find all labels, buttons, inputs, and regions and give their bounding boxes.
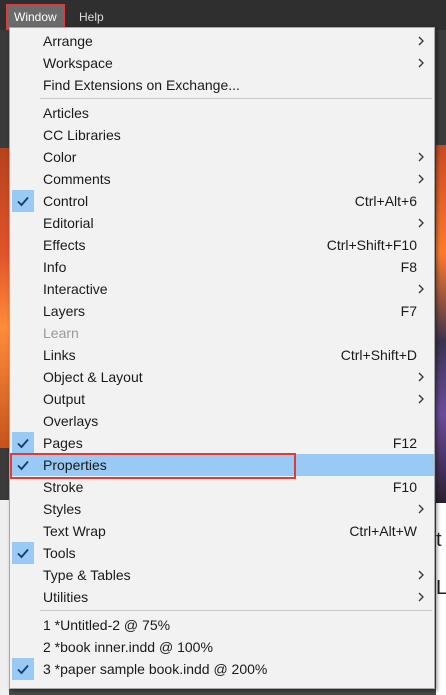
- menu-item-info[interactable]: Info F8: [10, 256, 434, 278]
- menu-item-cc-libraries[interactable]: CC Libraries: [10, 124, 434, 146]
- menu-item-color[interactable]: Color: [10, 146, 434, 168]
- menu-item-2-book-inner-indd-100[interactable]: 2 *book inner.indd @ 100%: [10, 636, 434, 658]
- checkmark-icon: [12, 190, 34, 212]
- menu-item-shortcut: Ctrl+Shift+D: [340, 347, 417, 363]
- menu-item-label: Type & Tables: [43, 567, 131, 583]
- document-text-fragment: L: [436, 577, 446, 599]
- menu-item-shortcut: F12: [392, 435, 417, 451]
- menu-item-stroke[interactable]: Stroke F10: [10, 476, 434, 498]
- submenu-arrow-icon: [416, 172, 426, 186]
- menu-separator: [40, 610, 432, 611]
- left-image-edge: [0, 148, 9, 448]
- menu-item-comments[interactable]: Comments: [10, 168, 434, 190]
- menu-item-tools[interactable]: Tools: [10, 542, 434, 564]
- menu-item-label: Layers: [43, 303, 86, 319]
- checkmark-icon: [12, 658, 34, 680]
- menu-item-find-extensions-on-exchange[interactable]: Find Extensions on Exchange...: [10, 74, 434, 96]
- menu-item-label: Links: [43, 347, 76, 363]
- menu-item-label: Pages: [43, 435, 83, 451]
- menu-item-label: Editorial: [43, 215, 94, 231]
- submenu-arrow-icon: [416, 216, 426, 230]
- menu-item-label: Info: [43, 259, 67, 275]
- menu-item-articles[interactable]: Articles: [10, 102, 434, 124]
- menu-item-label: Properties: [43, 457, 107, 473]
- menu-item-links[interactable]: Links Ctrl+Shift+D: [10, 344, 434, 366]
- menu-item-editorial[interactable]: Editorial: [10, 212, 434, 234]
- menu-item-label: Output: [43, 391, 86, 407]
- menu-item-styles[interactable]: Styles: [10, 498, 434, 520]
- menu-item-effects[interactable]: Effects Ctrl+Shift+F10: [10, 234, 434, 256]
- submenu-arrow-icon: [416, 502, 426, 516]
- menu-item-3-paper-sample-book-indd-200[interactable]: 3 *paper sample book.indd @ 200%: [10, 658, 434, 680]
- menu-item-workspace[interactable]: Workspace: [10, 52, 434, 74]
- menu-item-label: 3 *paper sample book.indd @ 200%: [43, 661, 268, 677]
- submenu-arrow-icon: [416, 34, 426, 48]
- checkmark-icon: [12, 542, 34, 564]
- checkmark-icon: [12, 454, 34, 476]
- submenu-arrow-icon: [416, 370, 426, 384]
- app-menubar: Window Help: [0, 0, 446, 30]
- menubar-window[interactable]: Window: [6, 4, 65, 30]
- menu-item-utilities[interactable]: Utilities: [10, 586, 434, 608]
- menu-item-label: 1 *Untitled-2 @ 75%: [43, 617, 171, 633]
- menu-item-control[interactable]: Control Ctrl+Alt+6: [10, 190, 434, 212]
- menu-item-label: Text Wrap: [43, 523, 106, 539]
- menu-item-label: Interactive: [43, 281, 108, 297]
- right-image-edge: [436, 145, 446, 503]
- menu-item-label: Control: [43, 193, 89, 209]
- window-dropdown-menu: Arrange Workspace Find Extensions on Excha…: [9, 27, 435, 689]
- submenu-arrow-icon: [416, 590, 426, 604]
- menu-item-label: Utilities: [43, 589, 89, 605]
- submenu-arrow-icon: [416, 150, 426, 164]
- menu-item-properties[interactable]: Properties: [10, 453, 434, 479]
- menu-item-label: Styles: [43, 501, 82, 517]
- menu-item-label: Color: [43, 149, 77, 165]
- menubar-help[interactable]: Help: [73, 7, 110, 27]
- submenu-arrow-icon: [416, 56, 426, 70]
- menu-item-arrange[interactable]: Arrange: [10, 30, 434, 52]
- menu-item-shortcut: F7: [400, 303, 417, 319]
- menu-item-label: Effects: [43, 237, 86, 253]
- menu-item-label: Overlays: [43, 413, 99, 429]
- menu-item-label: Comments: [43, 171, 111, 187]
- menu-item-shortcut: Ctrl+Shift+F10: [326, 237, 417, 253]
- menu-item-pages[interactable]: Pages F12: [10, 432, 434, 454]
- menu-item-label: Arrange: [43, 33, 93, 49]
- menu-item-label: Learn: [43, 325, 79, 341]
- menu-item-label: Stroke: [43, 479, 84, 495]
- checkmark-icon: [12, 432, 34, 454]
- menu-item-1-untitled-2-75[interactable]: 1 *Untitled-2 @ 75%: [10, 614, 434, 636]
- menu-item-shortcut: F8: [400, 259, 417, 275]
- menu-item-text-wrap[interactable]: Text Wrap Ctrl+Alt+W: [10, 520, 434, 542]
- menu-item-label: 2 *book inner.indd @ 100%: [43, 639, 213, 655]
- menu-item-type-tables[interactable]: Type & Tables: [10, 564, 434, 586]
- menu-item-learn: Learn: [10, 322, 434, 344]
- menu-item-output[interactable]: Output: [10, 388, 434, 410]
- menu-item-label: CC Libraries: [43, 127, 121, 143]
- submenu-arrow-icon: [416, 392, 426, 406]
- document-text-fragment: t: [436, 529, 442, 551]
- menu-item-object-layout[interactable]: Object & Layout: [10, 366, 434, 388]
- screen: Window Help t L Arrange Workspace Find Ext…: [0, 0, 446, 695]
- left-document-edge: [0, 500, 9, 695]
- menu-item-label: Find Extensions on Exchange...: [43, 77, 240, 93]
- menu-item-label: Tools: [43, 545, 76, 561]
- menu-item-label: Object & Layout: [43, 369, 143, 385]
- menu-item-overlays[interactable]: Overlays: [10, 410, 434, 432]
- menu-item-shortcut: Ctrl+Alt+W: [349, 523, 417, 539]
- menu-separator: [40, 98, 432, 99]
- menu-item-label: Workspace: [43, 55, 113, 71]
- submenu-arrow-icon: [416, 282, 426, 296]
- menu-item-label: Articles: [43, 105, 89, 121]
- menu-item-layers[interactable]: Layers F7: [10, 300, 434, 322]
- submenu-arrow-icon: [416, 568, 426, 582]
- menu-item-shortcut: Ctrl+Alt+6: [354, 193, 417, 209]
- menu-item-interactive[interactable]: Interactive: [10, 278, 434, 300]
- menu-item-shortcut: F10: [392, 479, 417, 495]
